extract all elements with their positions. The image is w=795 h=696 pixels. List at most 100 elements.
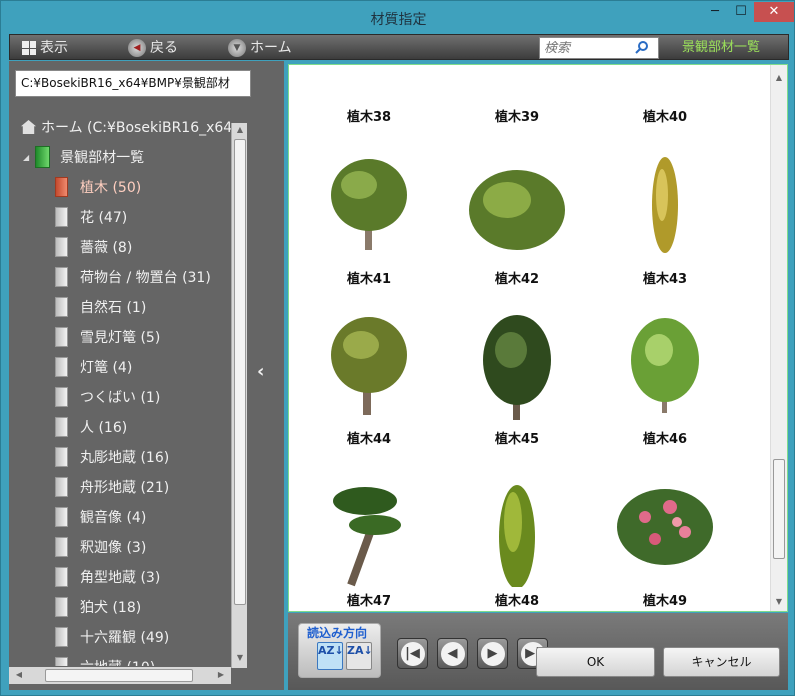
search-icon[interactable] [635,40,651,56]
thumb-scroll-down-icon[interactable]: ▼ [771,597,787,606]
tree-item[interactable]: 灯篭 (4) [55,353,132,381]
thumbnail-item[interactable]: 植木43 [595,127,735,287]
maximize-button[interactable]: ☐ [728,2,754,22]
tree-item-label: 植木 (50) [80,180,142,196]
read-direction-label: 読込み方向 [307,626,368,640]
tree-thumbnail-image [631,318,699,413]
book-icon [55,417,68,437]
tree-thumbnail-image [469,170,565,250]
tree-item-label: 十六羅観 (49) [80,630,170,646]
book-icon [55,387,68,407]
thumbnail-item[interactable]: 植木49 [595,449,735,609]
bottom-bar: 読込み方向 AZ↓ ZA↓ |◀ ◀ ▶ ▶| OK キャンセル [288,613,788,690]
scroll-up-icon[interactable]: ▲ [232,125,248,134]
thumbnail-label: 植木45 [494,432,540,447]
path-field[interactable]: C:¥BosekiBR16_x64¥BMP¥景観部材 [15,70,251,97]
minimize-button[interactable]: ─ [702,2,728,22]
thumbnail-item[interactable]: 植木39 [447,65,587,125]
next-page-button[interactable]: ▶ [477,638,508,669]
tree-root-home[interactable]: ホーム (C:¥BosekiBR16_x64¥ [21,113,231,141]
collapse-pane-button[interactable]: ‹ [257,361,264,382]
tree-item[interactable]: 自然石 (1) [55,293,146,321]
tree-item[interactable]: 六地蔵 (10) [55,653,155,666]
thumbnail-item[interactable]: 植木45 [447,287,587,447]
toolbar: 表示 ◀ 戻る ▼ ホーム 景観部材一覧 [9,34,789,60]
tree-item[interactable]: 雪見灯篭 (5) [55,323,160,351]
tree-item-label: 薔薇 (8) [80,240,133,256]
book-icon [55,597,68,617]
first-page-button[interactable]: |◀ [397,638,428,669]
back-button[interactable]: ◀ 戻る [128,38,178,58]
material-list-link[interactable]: 景観部材一覧 [682,38,760,58]
home-icon [21,120,36,134]
sort-ascending-button[interactable]: AZ↓ [317,642,344,670]
tree-item[interactable]: つくばい (1) [55,383,160,411]
tree-item[interactable]: 荷物台 / 物置台 (31) [55,263,211,291]
thumbnail-pane: 植木38 植木39 植木40 植木41 植木42 植木43 植木44 植木45 植木46 植木47… [288,64,788,612]
tree-item-label: 角型地蔵 (3) [80,570,161,586]
ok-button[interactable]: OK [536,647,655,677]
thumbnail-item[interactable]: 植木47 [299,449,439,609]
thumbnail-item[interactable]: 植木41 [299,127,439,287]
close-button[interactable]: ✕ [754,2,794,22]
sort-descending-button[interactable]: ZA↓ [346,642,373,670]
title-bar: 材質指定 ─ ☐ ✕ [1,1,795,33]
tree-item[interactable]: 角型地蔵 (3) [55,563,160,591]
prev-page-button[interactable]: ◀ [437,638,468,669]
thumbnail-label: 植木41 [346,272,392,287]
tree-item-label: 花 (47) [80,210,128,226]
thumbnail-scrollbar[interactable]: ▲ ▼ [770,65,787,611]
tree-category-label: 景観部材一覧 [60,150,145,166]
grid-view-icon [22,41,36,55]
tree-item[interactable]: 観音像 (4) [55,503,146,531]
tree-item-label: 狛犬 (18) [80,600,142,616]
tree-thumbnail-image [617,489,713,565]
window-title: 材質指定 [370,12,427,28]
tree-item-label: 丸彫地蔵 (16) [80,450,170,466]
thumbnail-item[interactable]: 植木38 [299,65,439,125]
tree-item[interactable]: 植木 (50) [55,173,141,201]
thumb-scroll-up-icon[interactable]: ▲ [771,73,787,82]
read-direction-group: 読込み方向 AZ↓ ZA↓ [298,623,381,678]
thumbnail-label: 植木49 [642,594,688,609]
thumbnail-item[interactable]: 植木46 [595,287,735,447]
tree-item[interactable]: 薔薇 (8) [55,233,132,261]
tree-scroll-thumb[interactable] [234,139,246,605]
tree-item[interactable]: 花 (47) [55,203,127,231]
expand-icon[interactable]: ◢ [23,153,29,162]
thumbnail-item[interactable]: 植木48 [447,449,587,609]
thumbnail-grid: 植木38 植木39 植木40 植木41 植木42 植木43 植木44 植木45 植木46 植木47… [289,65,769,611]
view-menu[interactable]: 表示 [22,38,68,58]
thumbnail-label: 植木40 [642,110,688,125]
thumbnail-label: 植木39 [494,110,540,125]
tree-item-label: 自然石 (1) [80,300,147,316]
scroll-left-icon[interactable]: ◀ [11,670,27,679]
tree-thumbnail-image [615,65,715,103]
thumbnail-scroll-thumb[interactable] [773,459,785,559]
thumbnail-item[interactable]: 植木40 [595,65,735,125]
cancel-button[interactable]: キャンセル [663,647,780,677]
thumbnail-label: 植木44 [346,432,392,447]
book-icon [55,477,68,497]
search-input[interactable] [540,40,635,56]
tree-thumbnail-image [467,65,567,103]
next-page-icon: ▶ [480,641,505,666]
tree-item[interactable]: 十六羅観 (49) [55,623,169,651]
tree-hscroll-thumb[interactable] [45,669,193,682]
tree-vertical-scrollbar[interactable]: ▲ ▼ [231,123,247,668]
tree-horizontal-scrollbar[interactable]: ◀ ▶ [9,667,231,684]
scroll-right-icon[interactable]: ▶ [213,670,229,679]
tree-item[interactable]: 人 (16) [55,413,127,441]
thumbnail-label: 植木48 [494,594,540,609]
tree-category[interactable]: ◢ 景観部材一覧 [23,143,144,171]
folder-pane: C:¥BosekiBR16_x64¥BMP¥景観部材 ホーム (C:¥Bosek… [9,61,284,690]
tree-item[interactable]: 丸彫地蔵 (16) [55,443,169,471]
tree-item[interactable]: 釈迦像 (3) [55,533,146,561]
thumbnail-item[interactable]: 植木42 [447,127,587,287]
thumbnail-item[interactable]: 植木44 [299,287,439,447]
home-button[interactable]: ▼ ホーム [228,38,292,58]
scroll-down-icon[interactable]: ▼ [232,653,248,662]
tree-item[interactable]: 舟形地蔵 (21) [55,473,169,501]
tree-item[interactable]: 狛犬 (18) [55,593,141,621]
back-arrow-icon: ◀ [128,39,146,57]
